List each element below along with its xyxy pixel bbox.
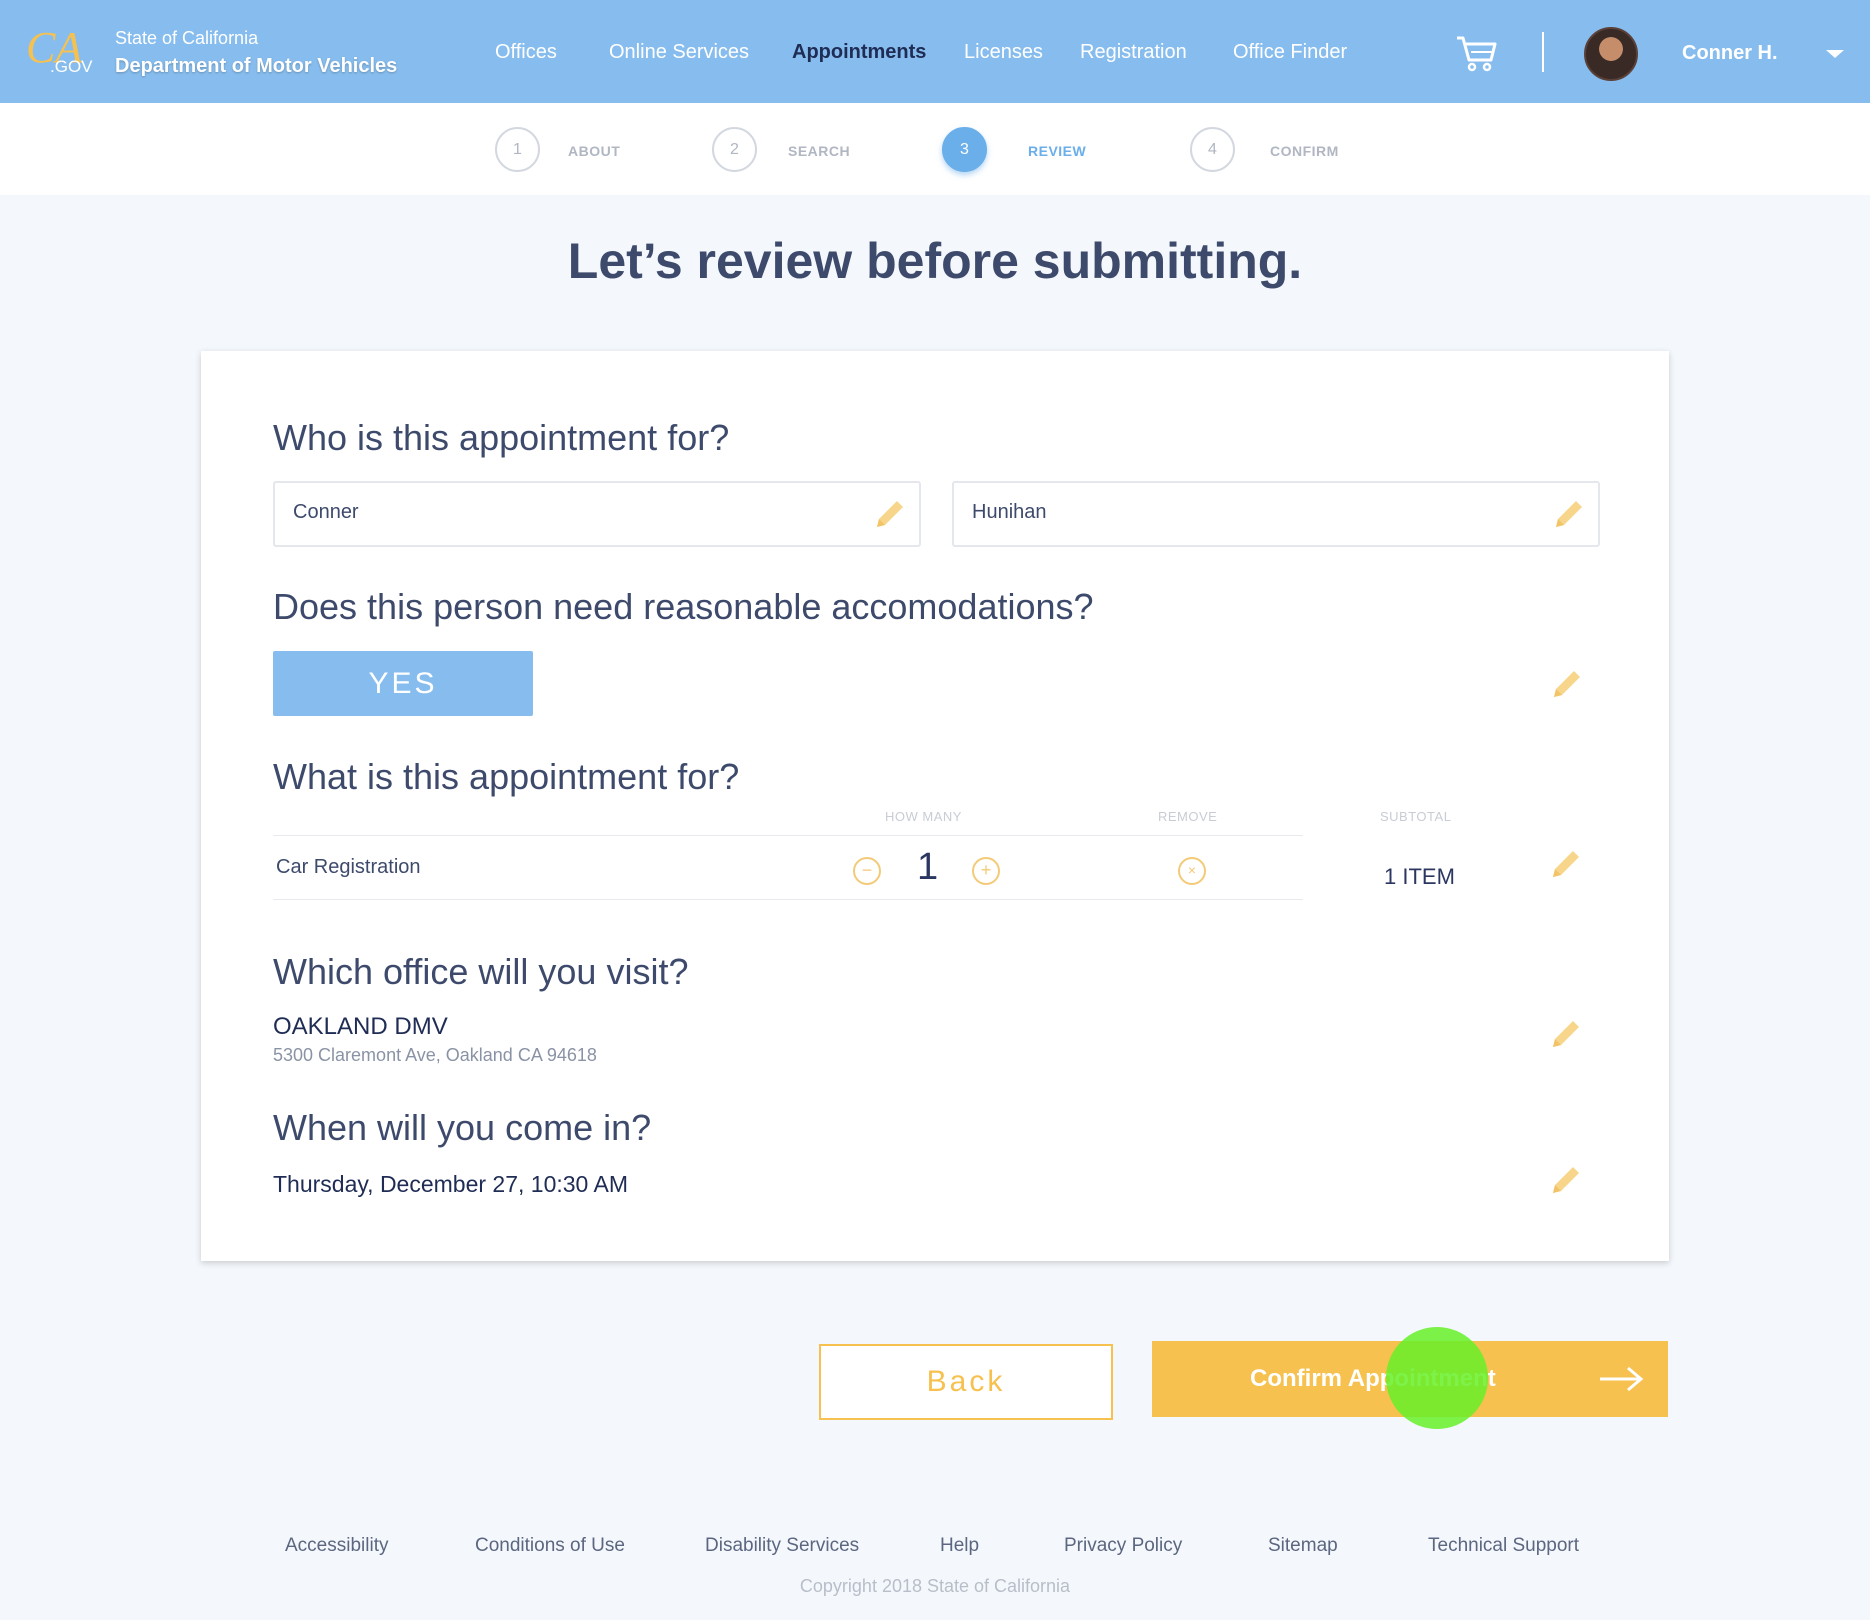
footer-sitemap[interactable]: Sitemap	[1268, 1535, 1338, 1557]
back-button[interactable]: Back	[819, 1344, 1113, 1420]
service-question: What is this appointment for?	[273, 756, 740, 797]
user-name[interactable]: Conner H.	[1682, 42, 1778, 65]
office-question: Which office will you visit?	[273, 951, 689, 992]
progress-stepper: 1 ABOUT 2 SEARCH 3 REVIEW 4 CONFIRM	[0, 103, 1870, 195]
footer-accessibility[interactable]: Accessibility	[285, 1535, 388, 1557]
nav-office-finder[interactable]: Office Finder	[1233, 41, 1347, 64]
ca-gov-logo[interactable]: CA .GOV	[24, 20, 104, 80]
page-title: Let’s review before submitting.	[567, 233, 1303, 289]
department-label: Department of Motor Vehicles	[115, 55, 398, 77]
last-name-input[interactable]	[972, 501, 1532, 524]
copyright: Copyright 2018 State of California	[799, 1576, 1071, 1596]
shopping-cart-icon[interactable]	[1455, 34, 1497, 72]
footer-privacy-policy[interactable]: Privacy Policy	[1064, 1535, 1182, 1557]
footer-help[interactable]: Help	[940, 1535, 979, 1557]
accommodations-yes-button[interactable]: YES	[273, 651, 533, 716]
office-address: 5300 Claremont Ave, Oakland CA 94618	[273, 1045, 597, 1065]
first-name-field[interactable]	[273, 481, 921, 547]
increase-quantity-button[interactable]: +	[972, 857, 1000, 885]
first-name-input[interactable]	[293, 501, 853, 524]
appointment-datetime: Thursday, December 27, 10:30 AM	[273, 1171, 628, 1197]
pencil-icon[interactable]	[873, 497, 907, 531]
when-question: When will you come in?	[273, 1107, 652, 1148]
step-1-label: ABOUT	[568, 143, 621, 159]
nav-offices[interactable]: Offices	[495, 41, 557, 64]
office-name: OAKLAND DMV	[273, 1013, 448, 1040]
row-divider	[273, 899, 1303, 900]
review-card: Who is this appointment for? Does this p…	[201, 351, 1669, 1261]
nav-online-services[interactable]: Online Services	[609, 41, 749, 64]
step-1-circle: 1	[495, 127, 540, 172]
accommodations-question: Does this person need reasonable accomod…	[273, 586, 1094, 627]
nav-licenses[interactable]: Licenses	[964, 41, 1043, 64]
step-3-circle: 3	[942, 127, 987, 172]
row-divider	[273, 835, 1303, 836]
footer-conditions-of-use[interactable]: Conditions of Use	[475, 1535, 625, 1557]
cursor-highlight	[1386, 1327, 1488, 1429]
step-4-label: CONFIRM	[1270, 143, 1339, 159]
footer-disability-services[interactable]: Disability Services	[705, 1535, 859, 1557]
step-2-circle: 2	[712, 127, 757, 172]
how-many-header: HOW MANY	[885, 809, 962, 824]
caret-down-icon[interactable]	[1826, 50, 1844, 58]
step-4-circle: 4	[1190, 127, 1235, 172]
step-2-label: SEARCH	[788, 143, 851, 159]
header-divider	[1542, 32, 1544, 72]
nav-registration[interactable]: Registration	[1080, 41, 1187, 64]
pencil-icon[interactable]	[1549, 1163, 1583, 1197]
department-branding[interactable]: State of California Department of Motor …	[115, 28, 397, 78]
pencil-icon[interactable]	[1552, 497, 1586, 531]
step-3-label: REVIEW	[1028, 143, 1087, 159]
who-question: Who is this appointment for?	[273, 417, 730, 458]
decrease-quantity-button[interactable]: −	[853, 857, 881, 885]
top-navigation-bar: CA .GOV State of California Department o…	[0, 0, 1870, 103]
state-label: State of California	[115, 28, 259, 48]
quantity-value: 1	[917, 846, 939, 888]
nav-appointments[interactable]: Appointments	[792, 41, 926, 64]
subtotal-header: SUBTOTAL	[1380, 809, 1452, 824]
arrow-right-icon	[1600, 1366, 1644, 1392]
svg-text:.GOV: .GOV	[50, 57, 93, 76]
pencil-icon[interactable]	[1550, 667, 1584, 701]
footer-technical-support[interactable]: Technical Support	[1428, 1535, 1579, 1557]
remove-header: REMOVE	[1158, 809, 1218, 824]
user-avatar[interactable]	[1584, 27, 1638, 81]
subtotal-value: 1 ITEM	[1384, 864, 1455, 889]
pencil-icon[interactable]	[1549, 1017, 1583, 1051]
pencil-icon[interactable]	[1549, 847, 1583, 881]
remove-item-button[interactable]: ×	[1178, 857, 1206, 885]
last-name-field[interactable]	[952, 481, 1600, 547]
service-item-name: Car Registration	[276, 856, 421, 878]
